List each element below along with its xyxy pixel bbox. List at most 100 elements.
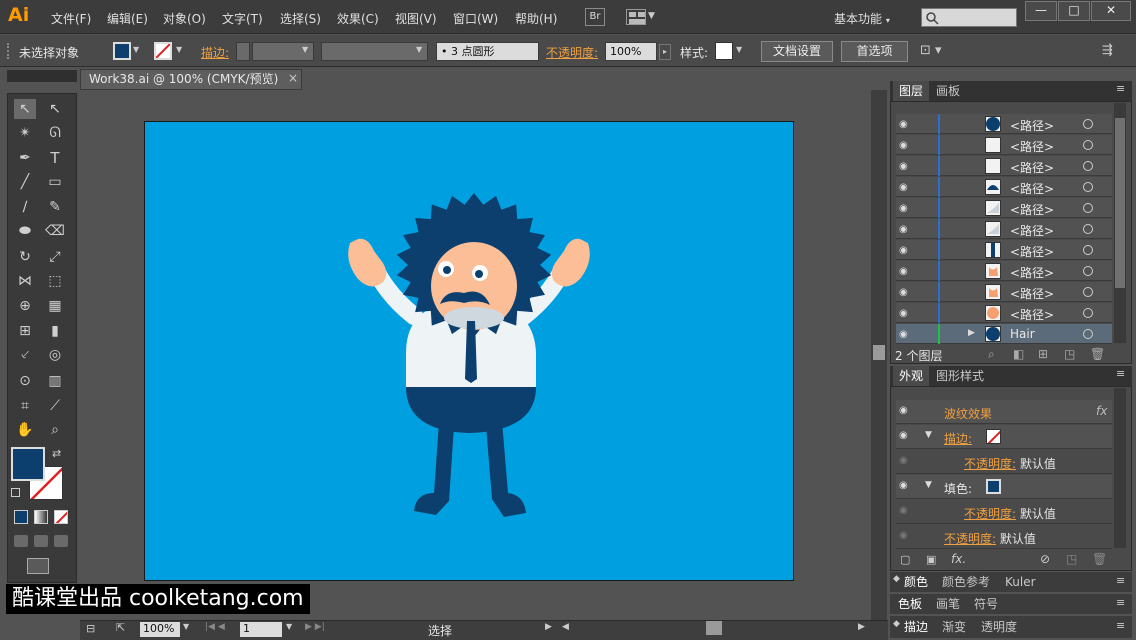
eye-icon[interactable]: ◉ bbox=[899, 308, 913, 319]
zoom-tool-icon[interactable]: ⌕ bbox=[44, 420, 66, 440]
layer-target-icon[interactable] bbox=[1083, 161, 1093, 171]
fill-swatch[interactable] bbox=[113, 42, 131, 60]
layer-name[interactable]: <路径> bbox=[1010, 264, 1054, 281]
artboard-number-field[interactable]: 1 bbox=[240, 622, 282, 637]
first-artboard-icon[interactable]: |◀ ◀ bbox=[205, 622, 225, 632]
layer-name[interactable]: <路径> bbox=[1010, 180, 1054, 197]
layer-row[interactable] bbox=[896, 261, 1112, 281]
eye-icon[interactable]: ◉ bbox=[899, 203, 913, 214]
tab-stroke[interactable]: 描边 bbox=[898, 617, 934, 637]
menu-file[interactable]: 文件(F) bbox=[51, 10, 91, 27]
layer-row[interactable] bbox=[896, 282, 1112, 302]
panel-menu-icon[interactable]: ≡ bbox=[1116, 619, 1125, 632]
shape-builder-tool-icon[interactable]: ⊕ bbox=[14, 296, 36, 316]
menu-window[interactable]: 窗口(W) bbox=[453, 10, 498, 27]
mesh-tool-icon[interactable]: ⊞ bbox=[14, 321, 36, 341]
direct-selection-tool-icon[interactable]: ↖ bbox=[44, 99, 66, 119]
effect-name[interactable]: 波纹效果 bbox=[944, 405, 992, 422]
create-sublayer-icon[interactable]: ⊞ bbox=[1038, 347, 1048, 361]
chevron-down-icon[interactable]: ▼ bbox=[183, 622, 189, 631]
slice-tool-icon[interactable]: ⟋ bbox=[44, 396, 66, 416]
panel-menu-icon[interactable]: ≡ bbox=[1116, 574, 1125, 587]
add-new-stroke-icon[interactable]: ▢ bbox=[900, 553, 910, 566]
delete-item-icon[interactable]: 🗑 bbox=[1092, 552, 1107, 566]
pen-tool-icon[interactable]: ✒ bbox=[14, 148, 36, 168]
artboard-tool-icon[interactable]: ⌗ bbox=[14, 396, 36, 416]
pencil-tool-icon[interactable]: ✎ bbox=[44, 197, 66, 217]
duplicate-item-icon[interactable]: ◳ bbox=[1066, 552, 1077, 566]
layer-row[interactable] bbox=[896, 324, 1112, 344]
appearance-effect-row[interactable] bbox=[896, 400, 1112, 424]
eye-icon[interactable]: ◉ bbox=[899, 530, 913, 541]
artboard-navigation-icon[interactable]: ⊟ bbox=[86, 622, 95, 635]
eye-icon[interactable]: ◉ bbox=[899, 287, 913, 298]
tab-kuler[interactable]: Kuler bbox=[999, 572, 1042, 592]
create-new-layer-icon[interactable]: ◳ bbox=[1064, 347, 1075, 361]
layer-name[interactable]: <路径> bbox=[1010, 159, 1054, 176]
layer-row[interactable] bbox=[896, 198, 1112, 218]
appearance-scrollbar[interactable] bbox=[1114, 388, 1126, 548]
tab-swatches[interactable]: 色板 bbox=[892, 594, 928, 614]
none-mode-icon[interactable] bbox=[54, 510, 68, 524]
layer-row[interactable] bbox=[896, 114, 1112, 134]
chevron-down-icon[interactable]: ▼ bbox=[416, 45, 422, 54]
eye-icon[interactable]: ◉ bbox=[899, 329, 913, 340]
layer-name[interactable]: <路径> bbox=[1010, 222, 1054, 239]
draw-inside-icon[interactable] bbox=[54, 535, 68, 547]
menu-edit[interactable]: 编辑(E) bbox=[107, 10, 148, 27]
layer-name[interactable]: <路径> bbox=[1010, 201, 1054, 218]
column-graph-tool-icon[interactable]: ▥ bbox=[44, 371, 66, 391]
chevron-down-icon[interactable]: ▼ bbox=[302, 45, 308, 54]
stroke-weight-stepper[interactable] bbox=[236, 42, 250, 61]
layer-target-icon[interactable] bbox=[1083, 224, 1093, 234]
layer-target-icon[interactable] bbox=[1083, 308, 1093, 318]
rectangle-tool-icon[interactable]: ▭ bbox=[44, 172, 66, 192]
fx-icon[interactable]: fx bbox=[1096, 404, 1107, 418]
layer-name[interactable]: Hair bbox=[1010, 327, 1035, 341]
layer-row[interactable] bbox=[896, 303, 1112, 323]
expand-triangle-icon[interactable]: ▼ bbox=[925, 480, 932, 490]
locate-object-icon[interactable]: ⌕ bbox=[988, 347, 995, 362]
eye-icon[interactable]: ◉ bbox=[899, 455, 913, 466]
bridge-button[interactable]: Br bbox=[585, 8, 605, 26]
share-icon[interactable]: ⇱ bbox=[116, 621, 125, 634]
arrange-icon[interactable]: ⊡ ▾ bbox=[920, 43, 942, 58]
menu-help[interactable]: 帮助(H) bbox=[515, 10, 557, 27]
draw-normal-icon[interactable] bbox=[14, 535, 28, 547]
screen-mode-icon[interactable] bbox=[27, 558, 49, 574]
arrange-documents-icon[interactable] bbox=[626, 9, 646, 25]
vertical-scroll-thumb[interactable] bbox=[873, 345, 885, 360]
gradient-mode-icon[interactable] bbox=[34, 510, 48, 524]
clear-appearance-icon[interactable]: ⊘ bbox=[1040, 552, 1050, 566]
menu-select[interactable]: 选择(S) bbox=[280, 10, 321, 27]
gradient-tool-icon[interactable]: ▮ bbox=[44, 321, 66, 341]
eye-icon[interactable]: ◉ bbox=[899, 224, 913, 235]
rotate-tool-icon[interactable]: ↻ bbox=[14, 247, 36, 267]
eye-icon[interactable]: ◉ bbox=[899, 505, 913, 516]
type-tool-icon[interactable]: T bbox=[44, 148, 66, 168]
chevron-down-icon[interactable]: ▼ bbox=[133, 45, 139, 54]
search-input[interactable] bbox=[921, 8, 1017, 27]
layer-target-icon[interactable] bbox=[1083, 119, 1093, 129]
opacity-label[interactable]: 不透明度: bbox=[944, 532, 996, 546]
paintbrush-tool-icon[interactable]: ∕ bbox=[14, 197, 36, 217]
make-clipping-mask-icon[interactable]: ◧ bbox=[1013, 347, 1024, 361]
hand-tool-icon[interactable]: ✋ bbox=[14, 420, 36, 440]
stroke-swatch[interactable] bbox=[154, 42, 172, 60]
stroke-opacity-label[interactable]: 不透明度: bbox=[964, 457, 1016, 471]
add-new-fill-icon[interactable]: ▣ bbox=[926, 553, 936, 566]
layer-name[interactable]: <路径> bbox=[1010, 285, 1054, 302]
appearance-panel-menu-icon[interactable]: ≡ bbox=[1116, 367, 1125, 380]
tab-symbols[interactable]: 符号 bbox=[968, 594, 1004, 614]
variable-width-profile[interactable] bbox=[321, 42, 428, 61]
eraser-tool-icon[interactable]: ⌫ bbox=[44, 221, 66, 241]
trash-icon[interactable]: 🗑 bbox=[1090, 347, 1105, 361]
layer-target-icon[interactable] bbox=[1083, 266, 1093, 276]
workspace-switcher[interactable]: 基本功能 ▾ bbox=[834, 10, 890, 27]
magic-wand-tool-icon[interactable]: ✴ bbox=[14, 123, 36, 143]
zoom-level-field[interactable]: 100% bbox=[140, 622, 180, 637]
draw-behind-icon[interactable] bbox=[34, 535, 48, 547]
line-tool-icon[interactable]: ╱ bbox=[14, 172, 36, 192]
layer-target-icon[interactable] bbox=[1083, 245, 1093, 255]
free-transform-tool-icon[interactable]: ⬚ bbox=[44, 271, 66, 291]
